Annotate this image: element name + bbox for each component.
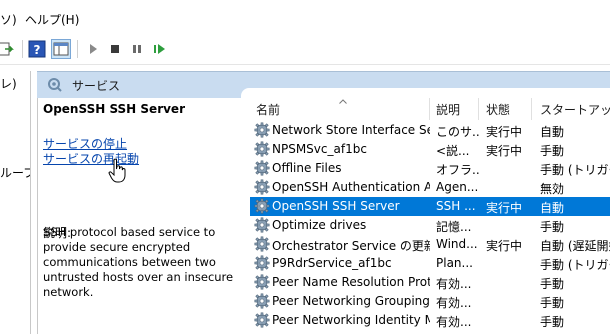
service-gear-icon <box>254 293 270 312</box>
service-name-cell: Orchestrator Service の更新 <box>272 239 430 253</box>
export-list-icon[interactable] <box>0 40 14 58</box>
service-status-cell: 実行中 <box>486 201 523 215</box>
service-description-cell: 有効... <box>436 315 472 329</box>
selected-service-name: OpenSSH SSH Server <box>43 102 185 116</box>
service-name-cell: OpenSSH SSH Server <box>272 199 400 213</box>
service-name-cell: OpenSSH Authentication A... <box>272 180 430 194</box>
service-name-cell: Network Store Interface Ser... <box>272 123 430 137</box>
hand-cursor-icon <box>108 158 128 187</box>
tree-item-fragment-2[interactable]: ループ <box>0 164 30 181</box>
service-startup-cell: 自動 (遅延開始 <box>540 239 610 253</box>
service-name-cell: Peer Name Resolution Prot... <box>272 275 430 289</box>
service-name-cell: NPSMSvc_af1bc <box>272 142 367 156</box>
service-gear-icon <box>254 141 270 160</box>
service-row[interactable]: Orchestrator Service の更新 Wind... 実行中 自動 (遅延… <box>250 235 610 254</box>
service-name-cell: Peer Networking Identity M... <box>272 313 430 327</box>
svg-text:?: ? <box>34 43 41 57</box>
console-tree-pane: レ) ループ <box>0 71 31 334</box>
panel-title: サービス <box>72 79 121 93</box>
service-gear-icon <box>254 160 270 179</box>
service-row[interactable]: OpenSSH Authentication A... Agen... 無効 <box>250 178 610 197</box>
column-header-startup-type[interactable]: スタートアップの <box>540 101 610 118</box>
service-status-cell: 実行中 <box>486 144 523 158</box>
restart-service-icon[interactable] <box>151 40 169 58</box>
service-startup-cell: 手動 <box>540 220 565 234</box>
menu-item-help[interactable]: ヘルプ(H) <box>25 11 79 28</box>
service-gear-icon <box>254 198 270 217</box>
service-startup-cell: 手動 <box>540 315 565 329</box>
service-gear-icon <box>254 312 270 331</box>
service-description-cell: Wind... <box>436 237 478 251</box>
service-row[interactable]: Peer Name Resolution Prot... 有効... 手動 <box>250 273 610 292</box>
service-gear-icon <box>254 236 270 255</box>
service-row[interactable]: Offline Files オフラ... 手動 (トリガー開 <box>250 159 610 178</box>
start-service-icon[interactable] <box>84 40 102 58</box>
service-name-cell: Offline Files <box>272 161 342 175</box>
service-gear-icon <box>254 274 270 293</box>
menu-item-action[interactable]: ソ) <box>0 11 17 28</box>
service-row[interactable]: Peer Networking Identity M... 有効... 手動 <box>250 311 610 330</box>
service-startup-cell: 手動 <box>540 296 565 310</box>
service-status-cell: 実行中 <box>486 125 523 139</box>
service-startup-cell: 無効 <box>540 182 565 196</box>
service-description-cell: Agen... <box>436 180 479 194</box>
service-gear-icon <box>254 217 270 236</box>
service-startup-cell: 手動 (トリガー開 <box>540 163 610 177</box>
service-name-cell: P9RdrService_af1bc <box>272 256 392 270</box>
service-row[interactable]: Network Store Interface Ser... このサ... 実行中 自… <box>250 121 610 140</box>
column-header-name[interactable]: 名前 <box>256 101 280 118</box>
help-icon[interactable]: ? <box>28 40 46 58</box>
service-description-cell: 有効... <box>436 296 472 310</box>
services-gear-icon <box>47 77 63 96</box>
service-gear-icon <box>254 179 270 198</box>
menu-bar: ソ) ヘルプ(H) <box>0 0 610 34</box>
service-description-cell: <説... <box>436 144 470 158</box>
service-startup-cell: 手動 <box>540 144 565 158</box>
service-gear-icon <box>254 122 270 141</box>
pause-service-icon[interactable] <box>128 40 146 58</box>
sort-ascending-icon <box>339 93 347 107</box>
service-gear-icon <box>254 255 270 274</box>
service-row[interactable]: Optimize drives 記憶... 手動 <box>250 216 610 235</box>
show-hide-console-tree-icon[interactable] <box>51 39 71 59</box>
column-header-description[interactable]: 説明 <box>436 101 460 118</box>
tree-item-fragment-1[interactable]: レ) <box>0 75 17 92</box>
service-description-cell: Plan... <box>436 256 473 270</box>
service-row[interactable]: NPSMSvc_af1bc <説... 実行中 手動 <box>250 140 610 159</box>
service-description-cell: このサ... <box>436 125 480 139</box>
service-description-cell: 有効... <box>436 277 472 291</box>
column-header-status[interactable]: 状態 <box>486 101 510 118</box>
service-description: SSH protocol based service to provide se… <box>43 225 234 299</box>
service-startup-cell: 自動 <box>540 201 565 215</box>
stop-service-icon[interactable] <box>106 40 124 58</box>
service-startup-cell: 手動 (トリガー開 <box>540 258 610 272</box>
service-name-cell: Peer Networking Grouping <box>272 294 430 308</box>
service-startup-cell: 手動 <box>540 277 565 291</box>
toolbar: ? <box>0 34 610 65</box>
service-row[interactable]: Peer Networking Grouping 有効... 手動 <box>250 292 610 311</box>
service-startup-cell: 自動 <box>540 125 565 139</box>
service-description-cell: オフラ... <box>436 163 480 177</box>
service-detail-pane: OpenSSH SSH Server サービスの停止 サービスの再起動 説明: … <box>37 98 241 334</box>
service-description-cell: 記憶... <box>436 220 472 234</box>
service-row[interactable]: OpenSSH SSH Server SSH ... 実行中 自動 <box>250 197 610 216</box>
service-description-cell: SSH ... <box>436 199 476 213</box>
service-status-cell: 実行中 <box>486 239 523 253</box>
service-row[interactable]: P9RdrService_af1bc Plan... 手動 (トリガー開 <box>250 254 610 273</box>
service-name-cell: Optimize drives <box>272 218 367 232</box>
